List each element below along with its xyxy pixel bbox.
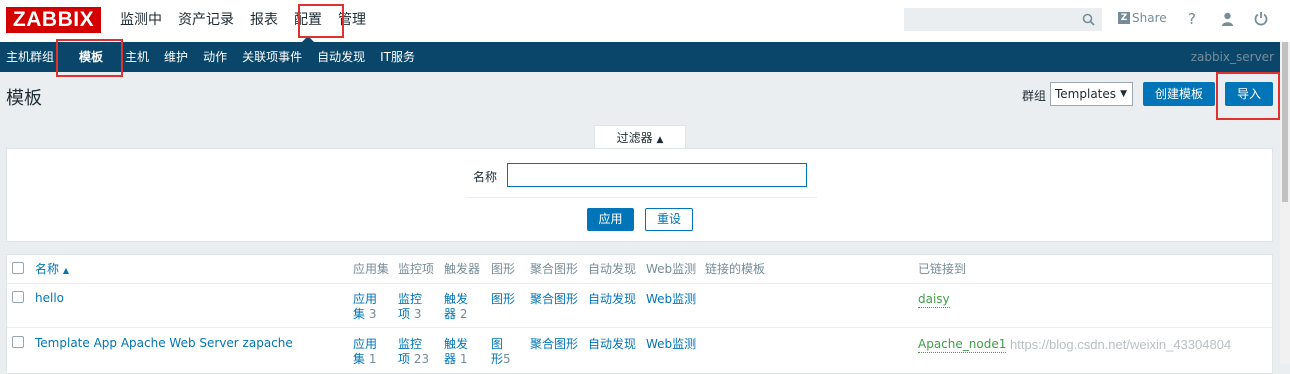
applications-cell[interactable]: 应用集 1 bbox=[353, 337, 377, 367]
col-triggers-header: 触发器 bbox=[444, 262, 481, 276]
dropdown-arrow-icon: ▼ bbox=[1120, 89, 1127, 99]
col-applications-header: 应用集 bbox=[353, 262, 390, 276]
nav-actions[interactable]: 动作 bbox=[197, 42, 236, 72]
page-scrollbar[interactable] bbox=[1280, 42, 1290, 364]
create-template-button[interactable]: 创建模板 bbox=[1143, 82, 1215, 106]
row-checkbox[interactable] bbox=[12, 291, 24, 303]
col-items-header: 监控项 bbox=[398, 262, 435, 276]
watermark-text: https://blog.csdn.net/weixin_43304804 bbox=[1010, 337, 1232, 352]
scrollbar-thumb[interactable] bbox=[1282, 42, 1288, 202]
row-checkbox[interactable] bbox=[12, 336, 24, 348]
col-linked-to-header: 已链接到 bbox=[918, 262, 967, 276]
highlight-box-configuration bbox=[298, 4, 344, 38]
col-web-header: Web监测 bbox=[646, 262, 697, 276]
col-discovery-header: 自动发现 bbox=[588, 262, 637, 276]
web-link[interactable]: Web监测 bbox=[646, 337, 696, 352]
graphs-cell[interactable]: 图形5 bbox=[491, 337, 511, 367]
page-title: 模板 bbox=[6, 88, 42, 109]
templates-table bbox=[6, 254, 1273, 374]
filter-divider bbox=[467, 197, 817, 198]
top-header: ZABBIX 监测中 资产记录 报表 配置 管理 Z Share ? bbox=[0, 0, 1290, 42]
nav-host-groups[interactable]: 主机群组 bbox=[0, 42, 63, 72]
header-divider bbox=[7, 283, 1272, 284]
col-name-header[interactable]: 名称 ▲ bbox=[35, 262, 69, 278]
menu-inventory[interactable]: 资产记录 bbox=[170, 0, 242, 42]
group-select-value: Templates bbox=[1055, 87, 1117, 101]
highlight-box-import bbox=[1216, 72, 1280, 120]
row-divider bbox=[7, 327, 1272, 328]
discovery-link[interactable]: 自动发现 bbox=[588, 292, 636, 307]
sub-menu-bar: 主机群组 模板 主机 维护 动作 关联项事件 自动发现 IT服务 zabbix_… bbox=[0, 42, 1290, 72]
col-screens-header: 聚合图形 bbox=[530, 262, 579, 276]
template-name-link[interactable]: Template App Apache Web Server zapache bbox=[35, 336, 293, 351]
col-graphs-header: 图形 bbox=[491, 262, 516, 276]
linked-host-link[interactable]: daisy bbox=[918, 292, 950, 308]
reset-button[interactable]: 重设 bbox=[645, 208, 693, 231]
items-cell[interactable]: 监控项 23 bbox=[398, 337, 429, 367]
caret-up-icon: ▲ bbox=[656, 135, 664, 145]
triggers-cell[interactable]: 触发器 1 bbox=[444, 337, 468, 367]
screens-link[interactable]: 聚合图形 bbox=[530, 337, 578, 352]
server-name: zabbix_server bbox=[1190, 50, 1274, 64]
nav-maintenance[interactable]: 维护 bbox=[158, 42, 197, 72]
nav-hosts[interactable]: 主机 bbox=[119, 42, 158, 72]
nav-it-services[interactable]: IT服务 bbox=[374, 42, 424, 72]
graphs-link[interactable]: 图形 bbox=[491, 292, 515, 307]
triggers-cell[interactable]: 触发器 2 bbox=[444, 292, 468, 322]
user-icon[interactable] bbox=[1221, 12, 1234, 30]
filter-tab[interactable]: 过滤器 ▲ bbox=[594, 125, 686, 149]
applications-cell[interactable]: 应用集 3 bbox=[353, 292, 377, 322]
share-z-icon: Z bbox=[1118, 12, 1130, 24]
group-label: 群组 bbox=[1022, 89, 1047, 103]
menu-reports[interactable]: 报表 bbox=[242, 0, 286, 42]
filter-tab-label: 过滤器 bbox=[616, 131, 653, 145]
discovery-link[interactable]: 自动发现 bbox=[588, 337, 636, 352]
help-icon[interactable]: ? bbox=[1188, 10, 1196, 28]
apply-button[interactable]: 应用 bbox=[587, 208, 634, 231]
power-icon[interactable] bbox=[1254, 11, 1268, 30]
search-icon[interactable] bbox=[1082, 13, 1095, 29]
items-cell[interactable]: 监控项 3 bbox=[398, 292, 422, 322]
sort-asc-icon: ▲ bbox=[62, 266, 69, 275]
linked-host-link[interactable]: Apache_node1 bbox=[918, 337, 1007, 353]
search-input[interactable] bbox=[904, 8, 1102, 31]
nav-event-correlation[interactable]: 关联项事件 bbox=[236, 42, 311, 72]
screens-link[interactable]: 聚合图形 bbox=[530, 292, 578, 307]
zabbix-logo[interactable]: ZABBIX bbox=[6, 7, 101, 33]
share-link[interactable]: Z Share bbox=[1118, 11, 1167, 25]
nav-discovery[interactable]: 自动发现 bbox=[311, 42, 374, 72]
share-label: Share bbox=[1132, 11, 1167, 25]
menu-monitoring[interactable]: 监测中 bbox=[112, 0, 170, 42]
select-all-checkbox[interactable] bbox=[12, 262, 24, 274]
filter-name-label: 名称 bbox=[473, 170, 498, 184]
group-select[interactable]: Templates ▼ bbox=[1050, 82, 1133, 106]
highlight-box-templates bbox=[56, 39, 123, 77]
web-link[interactable]: Web监测 bbox=[646, 292, 696, 307]
filter-name-input[interactable] bbox=[507, 163, 807, 187]
col-linked-templates-header: 链接的模板 bbox=[705, 262, 766, 276]
template-name-link[interactable]: hello bbox=[35, 291, 64, 306]
